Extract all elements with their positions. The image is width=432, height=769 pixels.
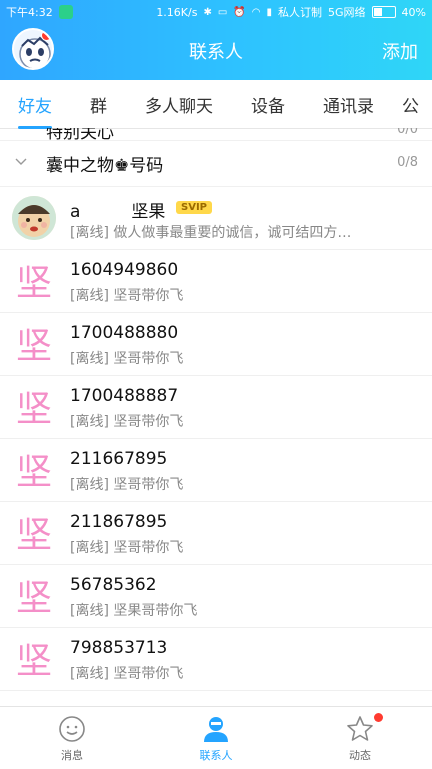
header-bar: 下午4:32 1.16K/s ✱ ▭ ⏰ ◠ ▮ 私人订制 5G网络 40% 联… — [0, 0, 432, 80]
svip-badge: SVIP — [176, 201, 212, 214]
nav-messages[interactable]: 消息 — [12, 707, 132, 769]
contact-avatar: 坚 — [12, 574, 56, 619]
message-smile-icon — [59, 716, 85, 742]
contact-name: 798853713 — [70, 638, 168, 658]
contact-name: 1604949860 — [70, 260, 179, 280]
tab-devices[interactable]: 设备 — [251, 92, 285, 117]
contact-avatar: 坚 — [12, 637, 56, 682]
network-type: 5G网络 — [328, 6, 366, 19]
star-icon — [347, 716, 373, 741]
contact-name: 1700488880 — [70, 323, 179, 343]
contact-avatar: 坚 — [12, 259, 56, 304]
nav-feed[interactable]: 动态 — [300, 707, 420, 769]
pink-glyph-avatar: 坚 — [16, 389, 52, 430]
nav-label: 动态 — [349, 749, 371, 762]
battery-percent: 40% — [401, 5, 426, 19]
contact-row[interactable]: 坚 1700488887 [离线] 坚哥带你飞 — [0, 376, 432, 439]
pink-glyph-avatar: 坚 — [16, 641, 52, 682]
group-name: 囊中之物♚号码 — [46, 156, 164, 176]
face-avatar-icon — [12, 196, 56, 240]
nav-label: 联系人 — [199, 749, 233, 762]
pink-glyph-avatar: 坚 — [16, 452, 52, 493]
contact-row[interactable]: 坚 1604949860 [离线] 坚哥带你飞 — [0, 250, 432, 313]
bluetooth-icon: ✱ — [203, 6, 212, 18]
avatar-glyph: 坚 — [16, 578, 52, 618]
contact-avatar: 坚 — [12, 448, 56, 493]
avatar-glyph: 坚 — [16, 452, 52, 492]
contact-avatar: 坚 — [12, 385, 56, 430]
contact-name: 1700488887 — [70, 386, 179, 406]
group-row[interactable]: 囊中之物♚号码 0/8 — [0, 141, 432, 187]
chevron-down-icon — [15, 158, 27, 165]
contact-name: a 坚果 — [70, 202, 166, 222]
tab-public[interactable]: 公 — [402, 92, 419, 117]
tab-groups[interactable]: 群 — [90, 92, 107, 117]
contact-status: [离线] 坚哥带你飞 — [70, 477, 184, 493]
vibrate-icon: ▭ — [217, 6, 228, 18]
contact-status: [离线] 坚哥带你飞 — [70, 666, 184, 682]
category-tabs: 好友 群 多人聊天 设备 通讯录 公 — [0, 80, 432, 129]
add-button[interactable]: 添加 — [382, 38, 418, 64]
contact-status: [离线] 坚哥带你飞 — [70, 540, 184, 556]
network-speed: 1.16K/s — [156, 5, 198, 19]
tab-label: 好友 — [18, 96, 52, 117]
wifi-icon: ◠ — [251, 6, 261, 18]
tab-address-book[interactable]: 通讯录 — [323, 92, 374, 117]
contacts-person-icon — [204, 717, 228, 742]
group-count: 0/0 — [397, 128, 418, 137]
status-bar: 下午4:32 1.16K/s ✱ ▭ ⏰ ◠ ▮ 私人订制 5G网络 40% — [0, 0, 432, 22]
avatar-glyph: 坚 — [16, 515, 52, 555]
contact-row[interactable]: 坚 1700488880 [离线] 坚哥带你飞 — [0, 313, 432, 376]
nav-label: 消息 — [61, 749, 83, 762]
contact-name: 211667895 — [70, 449, 168, 469]
contact-row[interactable]: 坚 798853713 [离线] 坚哥带你飞 — [0, 628, 432, 691]
signal-icon: ▮ — [266, 6, 273, 18]
avatar-glyph: 坚 — [16, 641, 52, 681]
avatar-glyph: 坚 — [16, 326, 52, 366]
contact-row[interactable]: 坚 211667895 [离线] 坚哥带你飞 — [0, 439, 432, 502]
contact-list: 特别关心 0/0 囊中之物♚号码 0/8 a 坚果 SVIP [离线] 做人做事… — [0, 128, 432, 706]
contact-row[interactable]: a 坚果 SVIP [离线] 做人做事最重要的诚信，诚可结四方… — [0, 187, 432, 250]
contact-avatar: 坚 — [12, 322, 56, 367]
tab-friends[interactable]: 好友 — [18, 92, 52, 129]
contact-name: 56785362 — [70, 575, 157, 595]
bottom-nav: 消息 联系人 动态 — [0, 706, 432, 769]
pink-glyph-avatar: 坚 — [16, 263, 52, 304]
pink-glyph-avatar: 坚 — [16, 515, 52, 556]
contact-row[interactable]: 坚 56785362 [离线] 坚果哥带你飞 — [0, 565, 432, 628]
avatar-glyph: 坚 — [16, 263, 52, 303]
status-time: 下午4:32 — [6, 6, 53, 19]
group-row[interactable]: 特别关心 0/0 — [0, 128, 432, 143]
contact-avatar — [12, 196, 56, 240]
contact-status: [离线] 坚哥带你飞 — [70, 288, 184, 304]
avatar-glyph: 坚 — [16, 389, 52, 429]
contact-status: [离线] 坚哥带你飞 — [70, 414, 184, 430]
contact-name: 211867895 — [70, 512, 168, 532]
feed-notification-dot — [374, 713, 383, 722]
page-title: 联系人 — [189, 42, 243, 63]
contact-status: [离线] 坚果哥带你飞 — [70, 603, 198, 619]
group-count: 0/8 — [397, 155, 418, 170]
battery-icon — [371, 6, 396, 18]
carrier-name: 私人订制 — [278, 6, 323, 19]
pink-glyph-avatar: 坚 — [16, 326, 52, 367]
contact-status: [离线] 坚哥带你飞 — [70, 351, 184, 367]
pink-glyph-avatar: 坚 — [16, 578, 52, 619]
tab-multi-chat[interactable]: 多人聊天 — [145, 92, 213, 117]
nav-contacts[interactable]: 联系人 — [156, 707, 276, 769]
notification-app-icon — [58, 5, 73, 19]
contact-row[interactable]: 坚 211867895 [离线] 坚哥带你飞 — [0, 502, 432, 565]
title-bar: 联系人 添加 — [0, 22, 432, 80]
contact-status: [离线] 做人做事最重要的诚信，诚可结四方… — [70, 225, 352, 241]
alarm-icon: ⏰ — [233, 6, 246, 18]
contact-avatar: 坚 — [12, 511, 56, 556]
